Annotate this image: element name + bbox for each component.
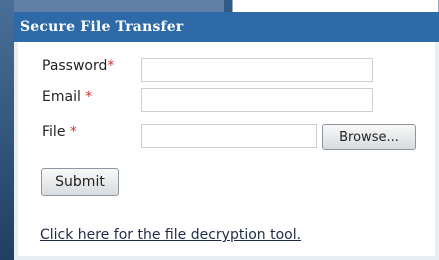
email-label: Email * <box>42 89 93 105</box>
upload-form: Password* Email * File * Browse... Submi… <box>18 42 435 256</box>
secure-file-transfer-panel: Secure File Transfer Password* Email * F… <box>14 12 439 260</box>
file-label: File * <box>42 124 77 140</box>
panel-header: Secure File Transfer <box>14 12 439 42</box>
panel-title: Secure File Transfer <box>20 19 184 35</box>
browse-button[interactable]: Browse... <box>322 124 416 150</box>
submit-button[interactable]: Submit <box>41 168 119 196</box>
email-field[interactable] <box>141 88 373 112</box>
required-marker: * <box>69 124 77 140</box>
required-marker: * <box>85 89 93 105</box>
decryption-tool-link[interactable]: Click here for the file decryption tool. <box>40 227 301 243</box>
password-label: Password* <box>42 58 115 74</box>
required-marker: * <box>107 58 115 74</box>
window-edge <box>0 0 14 260</box>
file-path-field[interactable] <box>141 124 317 148</box>
password-field[interactable] <box>141 58 373 82</box>
